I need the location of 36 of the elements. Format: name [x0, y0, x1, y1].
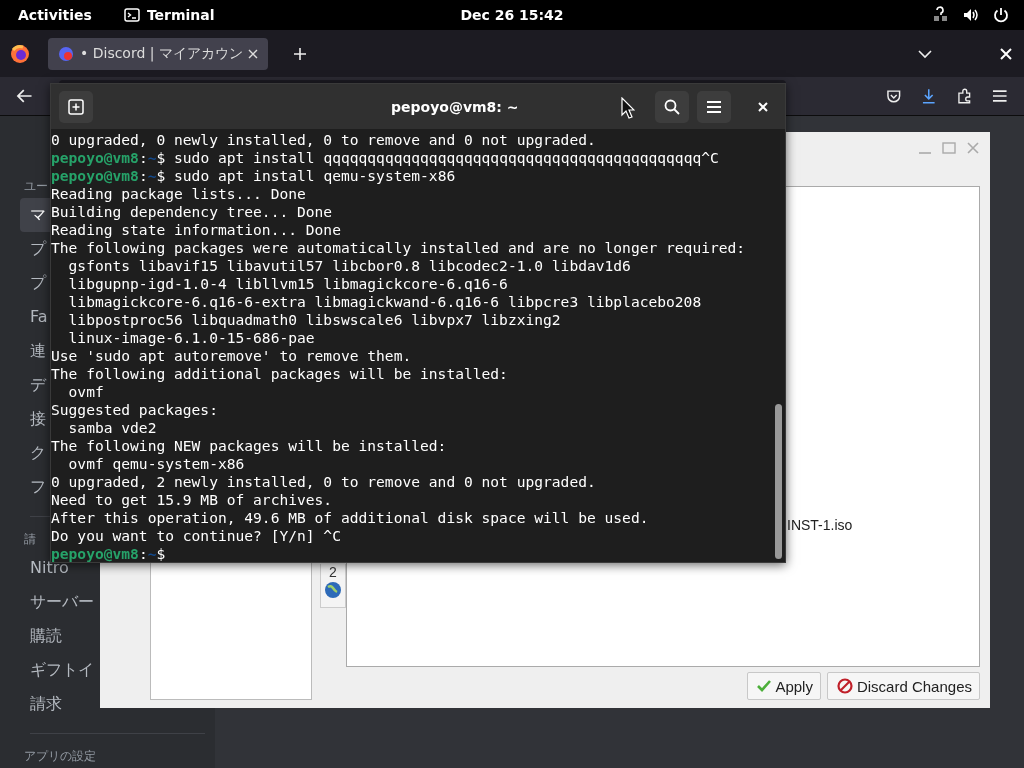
output-line: linux-image-6.1.0-15-686-pae [67, 329, 316, 347]
output-line: The following additional packages will be installed: [51, 365, 509, 383]
output-line: The following NEW packages will be installed: [51, 437, 448, 455]
output-line: 0 upgraded, 2 newly installed, 0 to remove and 0 not upgraded. [51, 473, 597, 491]
side-tab[interactable]: 2 [320, 564, 346, 608]
output-line: Suggested packages: [51, 401, 219, 419]
browser-tab[interactable]: • Discord | マイアカウン [48, 37, 268, 70]
file-name: INST-1.iso [787, 517, 853, 533]
prompt-line: pepoyo@vm8:~$ [51, 545, 167, 562]
output-line: After this operation, 49.6 MB of additional disk space will be used. [51, 509, 650, 527]
app-menu[interactable]: Terminal [146, 7, 215, 23]
output-line: Reading state information... Done [51, 221, 342, 239]
apply-button[interactable]: Apply [747, 672, 821, 700]
output-line: Reading package lists... Done [51, 185, 307, 203]
activities-button[interactable]: Activities [18, 7, 92, 23]
window-title: pepoyo@vm8: ~ [391, 98, 519, 115]
output-line: ovmf [67, 383, 105, 401]
output-line: libpostproc56 libquadmath0 libswscale6 libvpx7 libzxing2 [67, 311, 562, 329]
output-line: Use 'sudo apt autoremove' to remove them. [51, 347, 413, 365]
discard-button[interactable]: Discard Changes [826, 672, 980, 700]
prompt-line: pepoyo@vm8:~$ sudo apt install qqqqqqqqqqqqqqqqqqqqqqqqqqqqqqqqqqqqqqqqqqq^C [51, 149, 720, 167]
output-line: Do you want to continue? [Y/n] ^C [51, 527, 342, 545]
section-header: 請 [23, 531, 36, 548]
section-header: ユー [23, 178, 48, 195]
output-line: libgupnp-igd-1.0-4 libllvm15 libmagickcore-6.q16-6 [67, 275, 509, 293]
output-line: Need to get 15.9 MB of archives. [51, 491, 334, 509]
clock[interactable]: Dec 26 15:42 [460, 7, 564, 23]
prompt-line: pepoyo@vm8:~$ sudo apt install qemu-system-x86 [51, 167, 457, 185]
output-line: gsfonts libavif15 libavutil57 libcbor0.8 libcodec2-1.0 libdav1d6 [67, 257, 632, 275]
section-header: アプリの設定 [23, 748, 96, 765]
output-line: The following packages were automatically installed and are no longer required: [51, 239, 747, 257]
output-line: 0 upgraded, 0 newly installed, 0 to remove and 0 not upgraded. [51, 131, 597, 149]
output-line: ovmf qemu-system-x86 [67, 455, 246, 473]
output-line: samba vde2 [67, 419, 158, 437]
output-line: libmagickcore-6.q16-6-extra libmagickwand-6.q16-6 libpcre3 libplacebo208 [67, 293, 703, 311]
output-line: Building dependency tree... Done [51, 203, 334, 221]
